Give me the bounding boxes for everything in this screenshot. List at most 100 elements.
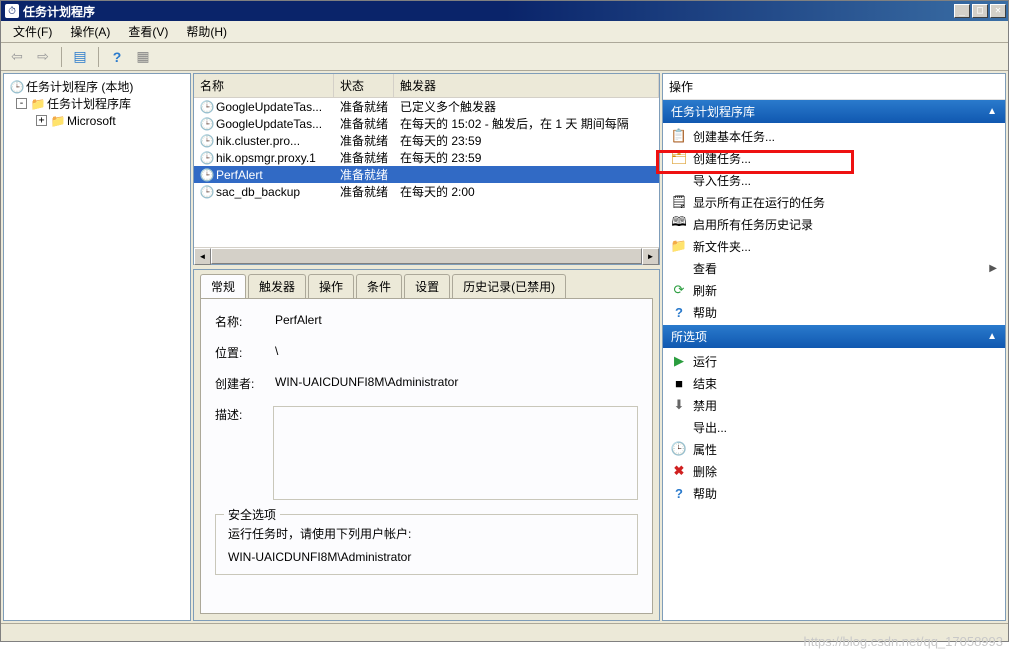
tree-microsoft-label: Microsoft <box>67 114 116 128</box>
security-legend: 安全选项 <box>224 506 280 523</box>
menu-action[interactable]: 操作(A) <box>62 21 118 42</box>
collapse-icon[interactable]: - <box>16 98 27 109</box>
action-show-running[interactable]: 🗒 显示所有正在运行的任务 <box>663 191 1005 213</box>
scroll-right-button[interactable]: ► <box>642 248 659 265</box>
action-delete[interactable]: ✖ 删除 <box>663 460 1005 482</box>
action-enable-history[interactable]: 🕮 启用所有任务历史记录 <box>663 213 1005 235</box>
app-icon: ⏱ <box>5 4 19 18</box>
scroll-left-button[interactable]: ◄ <box>194 248 211 265</box>
task-row[interactable]: 🕒GoogleUpdateTas...准备就绪在每天的 15:02 - 触发后，… <box>194 115 659 132</box>
play-icon: ▶ <box>671 353 687 369</box>
back-button[interactable]: ⇦ <box>5 46 29 68</box>
task-trigger: 已定义多个触发器 <box>394 98 659 115</box>
clock-icon: 🕒 <box>200 185 214 199</box>
list-body: 🕒GoogleUpdateTas...准备就绪已定义多个触发器🕒GoogleUp… <box>194 98 659 247</box>
menubar: 文件(F) 操作(A) 查看(V) 帮助(H) <box>1 21 1008 43</box>
toolbar: ⇦ ⇨ ▤ ? ▦ <box>1 43 1008 71</box>
maximize-button[interactable]: □ <box>972 4 988 18</box>
window-title: 任务计划程序 <box>23 3 954 20</box>
expand-icon[interactable]: + <box>36 115 47 126</box>
description-box[interactable] <box>273 406 638 500</box>
minimize-button[interactable]: _ <box>954 4 970 18</box>
task-state: 准备就绪 <box>334 115 394 132</box>
task-icon: 🗂 <box>671 150 687 166</box>
col-trigger[interactable]: 触发器 <box>394 74 659 97</box>
action-import-task[interactable]: 导入任务... <box>663 169 1005 191</box>
action-create-task[interactable]: 🗂 创建任务... <box>663 147 1005 169</box>
blank-icon <box>671 260 687 276</box>
tree-library[interactable]: - 📁 任务计划程序库 <box>6 95 188 112</box>
tree-microsoft[interactable]: + 📁 Microsoft <box>6 112 188 129</box>
section-label: 所选项 <box>671 328 707 345</box>
main-body: 🕒 任务计划程序 (本地) - 📁 任务计划程序库 + 📁 Microsoft … <box>1 71 1008 623</box>
clock-icon: 🕒 <box>10 80 24 94</box>
task-name: hik.opsmgr.proxy.1 <box>216 151 316 165</box>
location-label: 位置: <box>215 344 269 361</box>
menu-view[interactable]: 查看(V) <box>120 21 176 42</box>
clock-icon: 🕒 <box>200 151 214 165</box>
task-row[interactable]: 🕒sac_db_backup准备就绪在每天的 2:00 <box>194 183 659 200</box>
folder-icon: 📁 <box>31 97 45 111</box>
help-icon: ? <box>671 304 687 320</box>
action-new-folder[interactable]: 📁 新文件夹... <box>663 235 1005 257</box>
security-user: WIN-UAICDUNFI8M\Administrator <box>228 550 625 564</box>
task-name: PerfAlert <box>216 168 263 182</box>
tab-conditions[interactable]: 条件 <box>356 274 402 298</box>
help-icon: ? <box>671 485 687 501</box>
actions-section-library[interactable]: 任务计划程序库 ▲ <box>663 100 1005 123</box>
action-create-basic-task[interactable]: 📋 创建基本任务... <box>663 125 1005 147</box>
task-row[interactable]: 🕒hik.cluster.pro...准备就绪在每天的 23:59 <box>194 132 659 149</box>
security-runas-label: 运行任务时，请使用下列用户帐户: <box>228 525 625 542</box>
creator-label: 创建者: <box>215 375 269 392</box>
action-run[interactable]: ▶ 运行 <box>663 350 1005 372</box>
task-row[interactable]: 🕒GoogleUpdateTas...准备就绪已定义多个触发器 <box>194 98 659 115</box>
actions-section-selected[interactable]: 所选项 ▲ <box>663 325 1005 348</box>
col-state[interactable]: 状态 <box>334 74 394 97</box>
creator-value: WIN-UAICDUNFI8M\Administrator <box>275 375 638 389</box>
task-list[interactable]: 名称 状态 触发器 🕒GoogleUpdateTas...准备就绪已定义多个触发… <box>193 73 660 265</box>
navigation-tree[interactable]: 🕒 任务计划程序 (本地) - 📁 任务计划程序库 + 📁 Microsoft <box>3 73 191 621</box>
chevron-up-icon: ▲ <box>987 106 997 117</box>
action-end[interactable]: ■ 结束 <box>663 372 1005 394</box>
action-export[interactable]: 导出... <box>663 416 1005 438</box>
action-refresh[interactable]: ⟳ 刷新 <box>663 279 1005 301</box>
action-help[interactable]: ? 帮助 <box>663 301 1005 323</box>
menu-help[interactable]: 帮助(H) <box>178 21 235 42</box>
action-properties[interactable]: 🕒 属性 <box>663 438 1005 460</box>
tab-history[interactable]: 历史记录(已禁用) <box>452 274 566 298</box>
delete-icon: ✖ <box>671 463 687 479</box>
task-row[interactable]: 🕒PerfAlert准备就绪 <box>194 166 659 183</box>
tree-root[interactable]: 🕒 任务计划程序 (本地) <box>6 78 188 95</box>
task-row[interactable]: 🕒hik.opsmgr.proxy.1准备就绪在每天的 23:59 <box>194 149 659 166</box>
action-disable[interactable]: ⬇ 禁用 <box>663 394 1005 416</box>
clock-icon: 🕒 <box>200 134 214 148</box>
tab-settings[interactable]: 设置 <box>404 274 450 298</box>
task-detail: 常规 触发器 操作 条件 设置 历史记录(已禁用) 名称: PerfAlert … <box>193 269 660 621</box>
menu-file[interactable]: 文件(F) <box>5 21 60 42</box>
horizontal-scrollbar[interactable]: ◄ ► <box>194 247 659 264</box>
tab-general[interactable]: 常规 <box>200 274 246 298</box>
detail-tabs: 常规 触发器 操作 条件 设置 历史记录(已禁用) <box>200 276 653 298</box>
action-view[interactable]: 查看 ▶ <box>663 257 1005 279</box>
task-scheduler-window: ⏱ 任务计划程序 _ □ ✕ 文件(F) 操作(A) 查看(V) 帮助(H) ⇦… <box>0 0 1009 642</box>
name-label: 名称: <box>215 313 269 330</box>
task-trigger: 在每天的 23:59 <box>394 132 659 149</box>
chevron-up-icon: ▲ <box>987 331 997 342</box>
titlebar: ⏱ 任务计划程序 _ □ ✕ <box>1 1 1008 21</box>
scroll-thumb[interactable] <box>211 248 642 264</box>
tab-actions[interactable]: 操作 <box>308 274 354 298</box>
action-help-2[interactable]: ? 帮助 <box>663 482 1005 504</box>
close-button[interactable]: ✕ <box>990 4 1006 18</box>
tab-triggers[interactable]: 触发器 <box>248 274 306 298</box>
tree-library-label: 任务计划程序库 <box>47 95 131 112</box>
properties-icon: 🕒 <box>671 441 687 457</box>
help-button[interactable]: ? <box>105 46 129 68</box>
toolbar-btn-1[interactable]: ▤ <box>68 46 92 68</box>
col-name[interactable]: 名称 <box>194 74 334 97</box>
separator <box>61 47 62 67</box>
clock-icon: 🕒 <box>200 117 214 131</box>
forward-button[interactable]: ⇨ <box>31 46 55 68</box>
actions-pane-title: 操作 <box>663 74 1005 100</box>
toolbar-btn-2[interactable]: ▦ <box>131 46 155 68</box>
refresh-icon: ⟳ <box>671 282 687 298</box>
